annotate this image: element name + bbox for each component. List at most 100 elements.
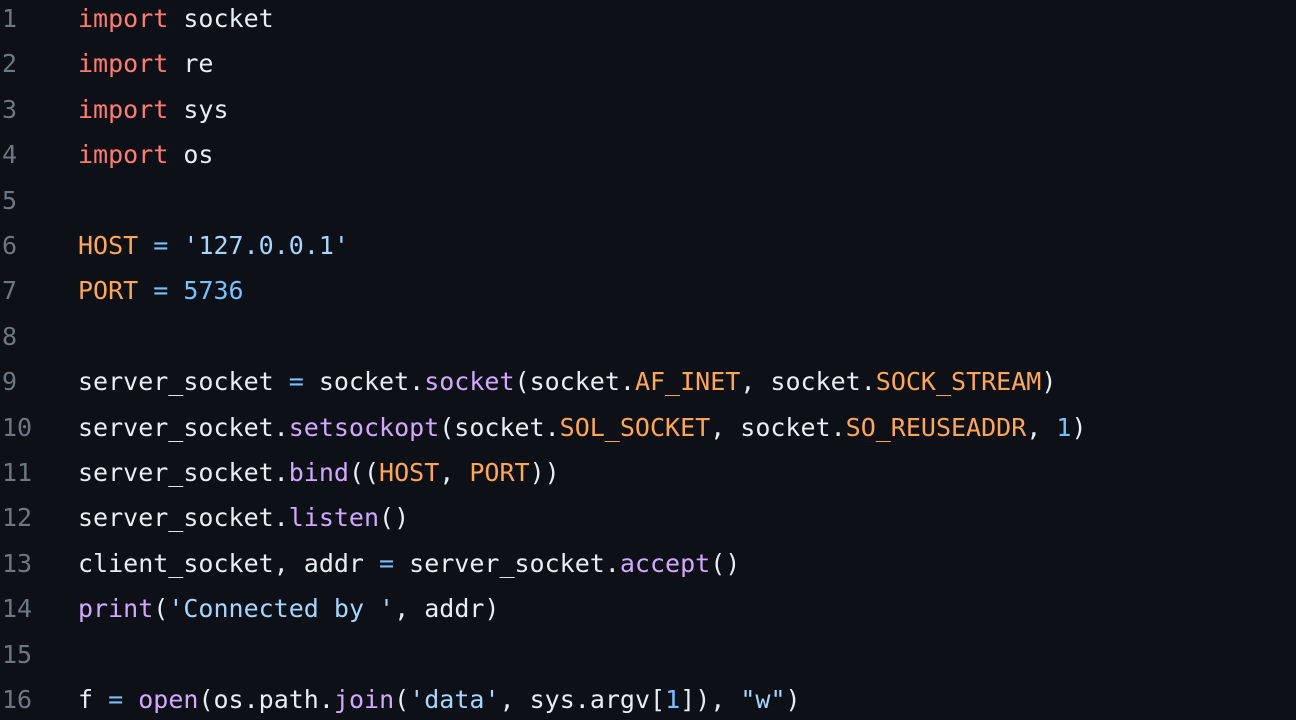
code-token: f <box>78 685 109 714</box>
code-token: = <box>108 685 124 714</box>
code-line[interactable]: 6 HOST = '127.0.0.1' <box>0 223 1296 268</box>
code-editor[interactable]: 1 import socket 2 import re 3 import sys 4 impo… <box>0 0 1296 720</box>
code-token: import <box>78 49 169 79</box>
code-line[interactable]: 8 <box>0 314 1296 359</box>
code-token: = <box>288 367 304 397</box>
code-token: re <box>168 49 214 79</box>
line-code: import re <box>78 41 213 86</box>
code-token: server_socket <box>78 367 289 397</box>
line-number: 12 <box>2 503 33 533</box>
code-token: AF_INET <box>634 367 741 397</box>
code-token: , socket. <box>740 367 876 397</box>
code-line[interactable]: 2 import re <box>0 41 1296 86</box>
line-code: server_socket.setsockopt(socket.SOL_SOCK… <box>78 405 1087 450</box>
line-number: 2 <box>2 49 18 79</box>
line-number: 13 <box>2 548 33 578</box>
code-token: ) <box>1071 412 1087 442</box>
code-token: HOST <box>379 458 440 487</box>
code-token: socket <box>424 367 515 397</box>
line-number: 4 <box>2 140 18 170</box>
code-token: = <box>379 548 395 578</box>
code-token: import <box>78 140 169 170</box>
code-token: , sys.argv[ <box>499 685 666 714</box>
line-number: 15 <box>2 639 33 669</box>
code-token: setsockopt <box>288 412 440 442</box>
line-code: print('Connected by ', addr) <box>78 586 499 631</box>
code-line[interactable]: 10 server_socket.setsockopt(socket.SOL_SO… <box>0 405 1296 450</box>
code-line[interactable]: 11 server_socket.bind((HOST, PORT)) <box>0 450 1296 495</box>
line-number: 5 <box>2 185 18 215</box>
code-token: 5736 <box>183 276 244 306</box>
code-token: (socket. <box>439 412 560 442</box>
code-token: ) <box>1041 367 1057 397</box>
line-code: f = open(os.path.join('data', sys.argv[1… <box>78 677 801 720</box>
code-line[interactable]: 16 f = open(os.path.join('data', sys.argv… <box>0 677 1296 720</box>
code-token: import <box>78 4 169 33</box>
code-token: open <box>138 685 199 714</box>
code-line[interactable]: 1 import socket <box>0 0 1296 41</box>
code-token: server_socket. <box>78 458 289 487</box>
line-code: server_socket = socket.socket(socket.AF_… <box>78 359 1056 404</box>
code-token: server_socket. <box>394 548 620 578</box>
code-token: "w" <box>740 685 786 714</box>
line-number: 9 <box>2 367 18 397</box>
code-token: (os.path. <box>198 685 334 714</box>
code-token: socket. <box>303 367 425 397</box>
code-token: , <box>439 458 470 487</box>
code-token: sys <box>168 94 229 124</box>
code-token: PORT <box>469 458 530 487</box>
code-token: server_socket. <box>78 503 289 533</box>
code-token: ]), <box>680 685 741 714</box>
line-code: HOST = '127.0.0.1' <box>78 223 349 268</box>
code-token: accept <box>619 548 711 578</box>
code-token: 'Connected by ' <box>168 594 395 624</box>
code-token: PORT <box>78 276 139 306</box>
code-token: listen <box>288 503 380 533</box>
line-number: 10 <box>2 412 33 442</box>
line-code: server_socket.listen() <box>78 495 409 540</box>
code-line[interactable]: 13 client_socket, addr = server_socket.ac… <box>0 541 1296 586</box>
code-token: (socket. <box>514 367 635 397</box>
code-token: = <box>153 276 169 306</box>
code-token: 'data' <box>409 685 500 714</box>
code-line[interactable]: 5 <box>0 178 1296 223</box>
code-token: ) <box>785 685 801 714</box>
code-token: SO_REUSEADDR <box>845 412 1027 442</box>
code-token: client_socket, addr <box>78 548 380 578</box>
code-line[interactable]: 3 import sys <box>0 87 1296 132</box>
code-line[interactable]: 4 import os <box>0 132 1296 177</box>
line-code: import os <box>78 132 213 177</box>
line-code: import socket <box>78 0 274 41</box>
code-token: bind <box>288 458 349 487</box>
code-token: () <box>710 548 741 578</box>
code-token: server_socket. <box>78 412 289 442</box>
code-token: , socket. <box>710 412 846 442</box>
line-number: 11 <box>2 458 33 487</box>
line-number: 7 <box>2 276 18 306</box>
code-token: , addr) <box>394 594 500 624</box>
code-line[interactable]: 12 server_socket.listen() <box>0 495 1296 540</box>
code-line[interactable]: 15 <box>0 632 1296 677</box>
code-token: , <box>1026 412 1057 442</box>
code-token: (( <box>348 458 380 487</box>
code-token: os <box>168 140 214 170</box>
code-token: print <box>78 594 154 624</box>
line-number: 6 <box>2 231 18 260</box>
code-token: socket <box>168 4 274 33</box>
code-line[interactable]: 14 print('Connected by ', addr) <box>0 586 1296 631</box>
code-line[interactable]: 7 PORT = 5736 <box>0 268 1296 313</box>
code-token: 1 <box>1056 412 1072 442</box>
code-token: '127.0.0.1' <box>183 231 349 260</box>
code-token: = <box>153 231 169 260</box>
code-token: 1 <box>665 685 681 714</box>
code-token: () <box>379 503 410 533</box>
code-token: import <box>78 94 169 124</box>
code-line[interactable]: 9 server_socket = socket.socket(socket.AF… <box>0 359 1296 404</box>
line-number: 16 <box>2 685 33 714</box>
code-token: )) <box>529 458 560 487</box>
